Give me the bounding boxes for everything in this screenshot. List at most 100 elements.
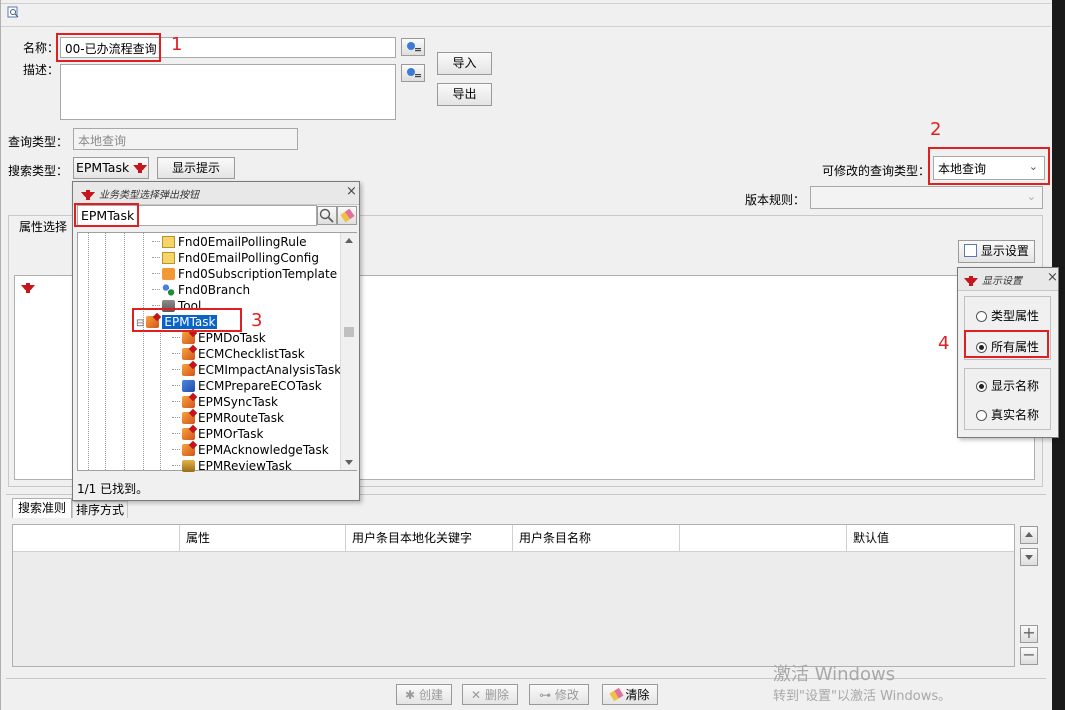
modifiable-type-select[interactable]: 本地查询 ⌄	[933, 156, 1045, 180]
radio-on-icon	[976, 342, 987, 353]
scroll-thumb[interactable]	[344, 327, 354, 337]
desc-field[interactable]	[60, 64, 396, 120]
popup-search-input[interactable]: EPMTask	[77, 205, 317, 226]
arrow-down-icon	[1025, 555, 1033, 560]
tree-item[interactable]: ECMImpactAnalysisTask	[172, 362, 341, 378]
name-label: 名称：	[23, 41, 60, 55]
radio-all-attr[interactable]: 所有属性	[976, 338, 1039, 355]
rss-icon	[162, 268, 175, 280]
tree-guide	[160, 331, 161, 470]
tree-connector	[172, 401, 180, 402]
tree-item-label: Tool	[178, 299, 202, 313]
version-rule-label: 版本规则：	[745, 193, 806, 207]
clear-button[interactable]: 清除	[602, 684, 658, 705]
move-up-button[interactable]	[1020, 526, 1038, 544]
key-icon: ⊶	[539, 688, 552, 702]
tree-item[interactable]: ⊟ EPMTask	[136, 314, 218, 330]
tree-item[interactable]: EPMReviewTask	[172, 458, 292, 474]
collapse-toggle-icon[interactable]: ⊟	[136, 318, 144, 329]
display-popup-titlebar: 显示设置 ×	[958, 268, 1058, 291]
tree-item-label: EPMRouteTask	[198, 411, 284, 425]
business-type-popup: 业务类型选择弹出按钮 × EPMTask Fnd0EmailPollingRul…	[72, 181, 360, 501]
popup-search-button[interactable]	[317, 206, 337, 225]
tab-search-criteria[interactable]: 搜索准则	[12, 498, 72, 518]
import-button[interactable]: 导入	[437, 52, 492, 75]
tree-item-label: Fnd0Branch	[178, 283, 251, 297]
popup-search-value: EPMTask	[81, 208, 135, 223]
popup-clear-button[interactable]	[337, 206, 357, 225]
tree-item[interactable]: EPMOrTask	[172, 426, 263, 442]
table-header: 属性 用户条目本地化关键字 用户条目名称 默认值	[13, 525, 1014, 552]
tree-item-label: Fnd0EmailPollingConfig	[178, 251, 319, 265]
tree-connector	[172, 449, 180, 450]
search-type-button[interactable]: EPMTask	[73, 157, 149, 179]
tool-icon	[162, 300, 175, 312]
x-icon: ✕	[471, 688, 482, 702]
show-hint-button[interactable]: 显示提示	[157, 157, 235, 179]
tree-item[interactable]: EPMRouteTask	[172, 410, 284, 426]
annotation-4: 4	[938, 333, 950, 354]
export-button[interactable]: 导出	[437, 83, 492, 106]
name-field[interactable]: 00-已办流程查询	[60, 37, 396, 58]
radio-real-name[interactable]: 真实名称	[976, 406, 1039, 423]
tree-item[interactable]: EPMSyncTask	[172, 394, 278, 410]
tree-item[interactable]: ECMChecklistTask	[172, 346, 305, 362]
task-icon	[182, 428, 195, 440]
clear-label: 清除	[625, 688, 650, 702]
tree-item[interactable]: Tool	[152, 298, 201, 314]
tree-item[interactable]: ECMPrepareECOTask	[172, 378, 322, 394]
arrow-down-icon[interactable]	[345, 460, 353, 465]
tree-scrollbar[interactable]	[340, 233, 357, 470]
type-tree[interactable]: Fnd0EmailPollingRule Fnd0EmailPollingConf…	[77, 232, 357, 474]
add-row-button[interactable]: +	[1020, 625, 1038, 643]
remove-row-button[interactable]: −	[1020, 647, 1038, 665]
top-divider	[1, 1, 1051, 4]
move-down-button[interactable]	[1020, 548, 1038, 566]
tree-item-label: ECMImpactAnalysisTask	[198, 363, 342, 377]
tab-sort-order[interactable]: 排序方式	[72, 501, 128, 518]
chevron-down-icon: ⌄	[1026, 190, 1036, 203]
tree-item[interactable]: Fnd0EmailPollingRule	[152, 234, 307, 250]
create-label: 创建	[418, 688, 443, 702]
tree-item[interactable]: Fnd0SubscriptionTemplate	[152, 266, 337, 282]
close-icon[interactable]: ×	[346, 184, 357, 199]
delete-button[interactable]: ✕ 删除	[462, 684, 518, 705]
tree-item[interactable]: Fnd0Branch	[152, 282, 250, 298]
display-settings-button[interactable]: 显示设置	[958, 240, 1035, 263]
tree-connector	[172, 369, 180, 370]
eraser-icon	[340, 208, 355, 223]
radio-show-name[interactable]: 显示名称	[976, 377, 1039, 394]
activation-watermark-subtitle: 转到"设置"以激活 Windows。	[773, 689, 952, 704]
close-icon[interactable]: ×	[1047, 270, 1058, 285]
col-header-loc-key: 用户条目本地化关键字	[346, 525, 513, 551]
team-icon	[133, 163, 147, 173]
desc-localize-button[interactable]	[401, 64, 425, 82]
team-icon	[81, 190, 95, 200]
desc-label: 描述：	[23, 63, 60, 77]
tree-item[interactable]: EPMDoTask	[172, 330, 266, 346]
tree-connector	[172, 353, 180, 354]
create-button[interactable]: ✱ 创建	[396, 684, 452, 705]
type-attr-label: 类型属性	[991, 309, 1040, 323]
preview-icon[interactable]	[7, 6, 19, 18]
tree-item[interactable]: EPMAcknowledgeTask	[172, 442, 329, 458]
arrow-up-icon[interactable]	[345, 238, 353, 243]
tree-connector	[152, 273, 160, 274]
tree-item[interactable]: Fnd0EmailPollingConfig	[152, 250, 319, 266]
search-type-label: 搜索类型：	[8, 164, 69, 178]
version-rule-select: ⌄	[810, 186, 1043, 209]
modify-button[interactable]: ⊶ 修改	[529, 684, 589, 705]
blue-task-icon	[182, 380, 195, 392]
tree-item-label: ECMChecklistTask	[198, 347, 305, 361]
query-type-label: 查询类型：	[8, 135, 69, 149]
annotation-1: 1	[171, 34, 183, 55]
name-localize-button[interactable]	[401, 38, 425, 56]
attribute-section-title: 属性选择	[19, 220, 68, 234]
radio-type-attr[interactable]: 类型属性	[976, 307, 1039, 324]
tree-item-label: ECMPrepareECOTask	[198, 379, 322, 393]
col-header-default: 默认值	[853, 531, 890, 545]
preview-icon	[964, 244, 978, 257]
search-icon	[319, 208, 334, 223]
popup-titlebar: 业务类型选择弹出按钮 ×	[73, 182, 359, 205]
arrow-up-icon	[1025, 532, 1033, 537]
